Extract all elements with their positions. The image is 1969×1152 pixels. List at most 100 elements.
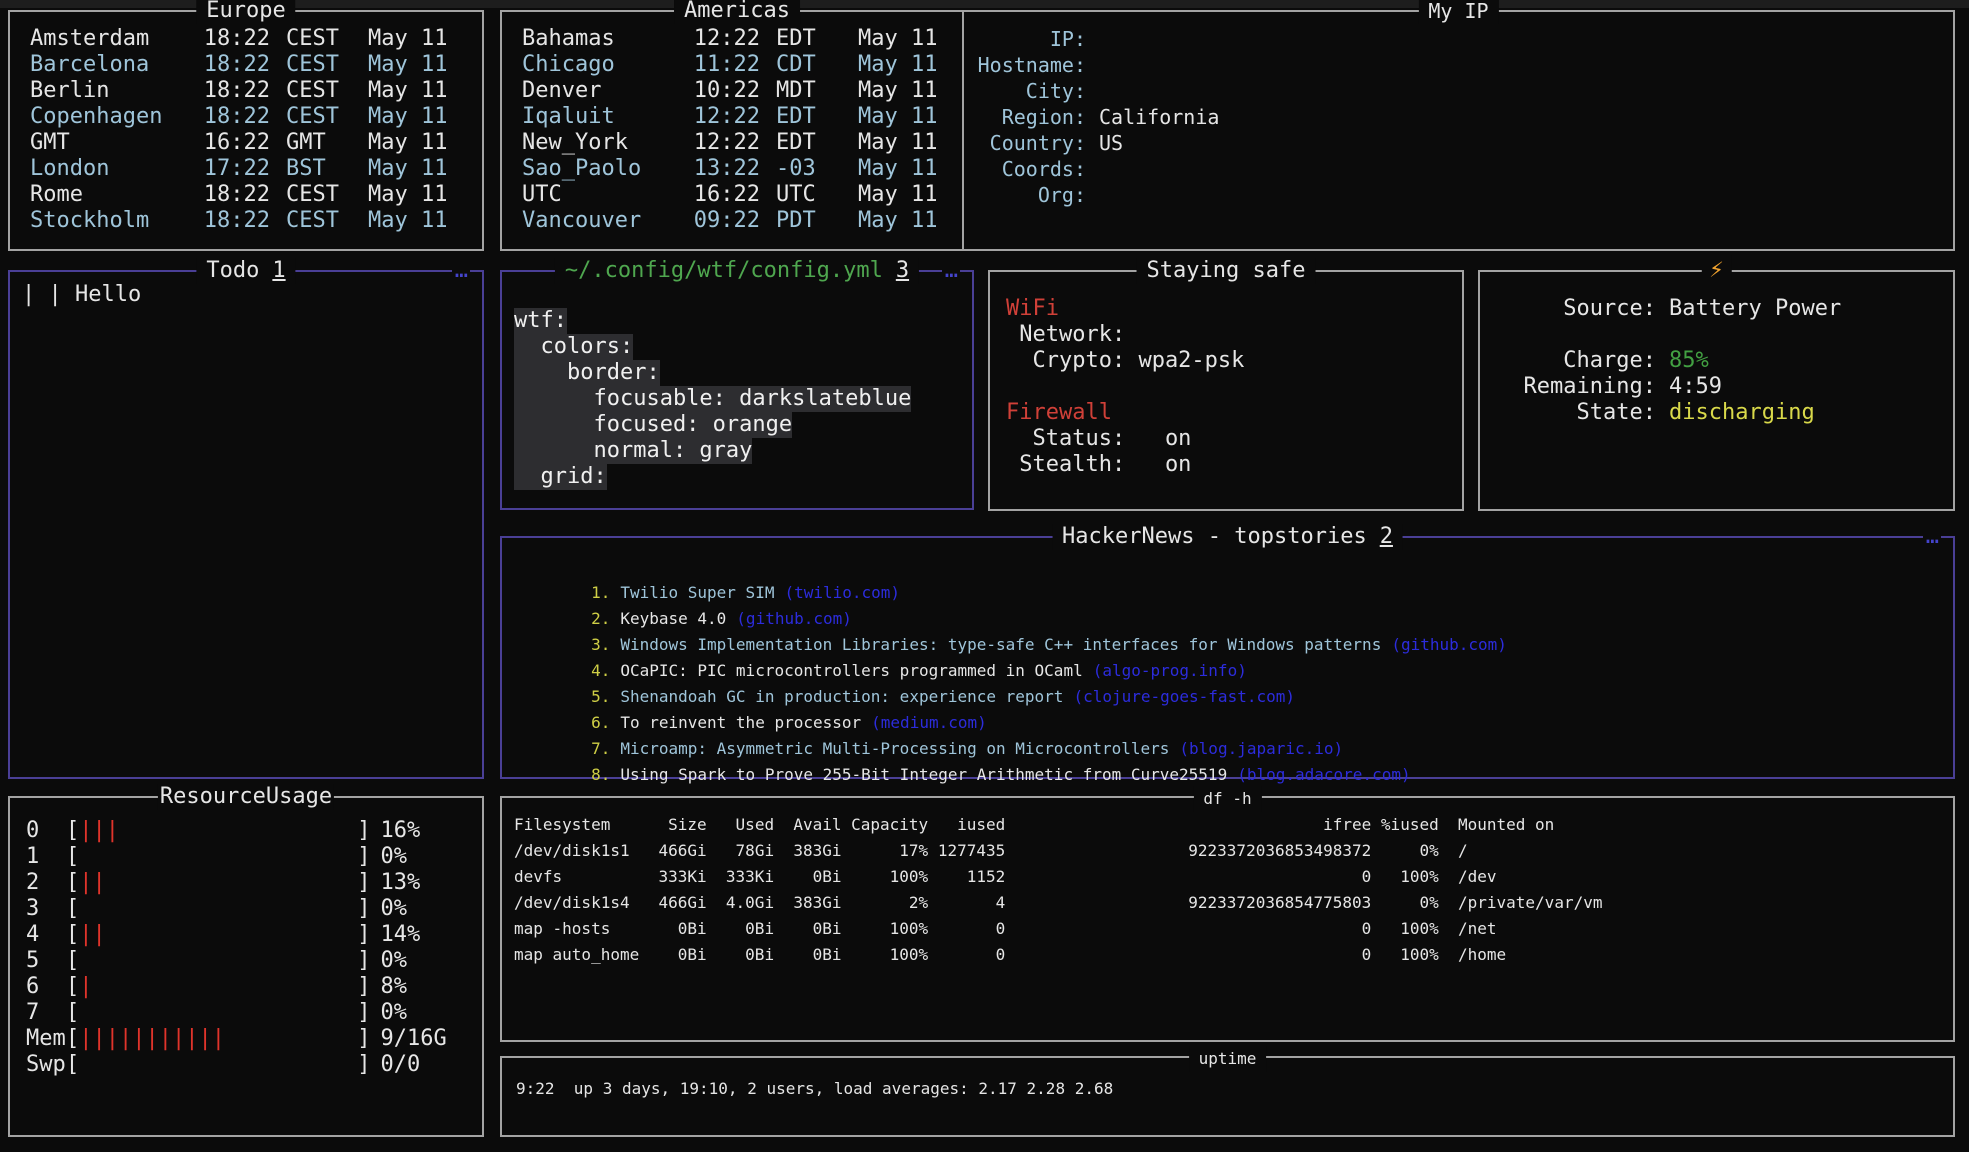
- config-code-text: colors:: [514, 334, 633, 360]
- col-header-capacity: Capacity: [842, 812, 929, 838]
- ip-field-value: [1086, 78, 1953, 104]
- firewall-section-header: Firewall: [1006, 400, 1462, 426]
- story-source-link[interactable]: (github.com): [1391, 635, 1507, 654]
- staying-safe-content: WiFi Network: Crypto: wpa2-psk Firewall …: [990, 272, 1462, 478]
- clock-time: 18:22: [194, 182, 270, 208]
- meter-label: Mem: [26, 1026, 66, 1052]
- panel-todo[interactable]: Todo1 … | | Hello: [8, 270, 484, 779]
- firewall-stealth-line: Stealth: on: [1006, 452, 1462, 478]
- story-source-link[interactable]: (github.com): [736, 609, 852, 628]
- meter-value: 0%: [381, 896, 408, 922]
- config-shortcut-key[interactable]: 3: [896, 258, 909, 283]
- meter-value: 0%: [381, 844, 408, 870]
- panel-uptime: uptime 9:22 up 3 days, 19:10, 2 users, l…: [500, 1056, 1955, 1137]
- resource-meter-row: Mem[|||||||||||]9/16G: [26, 1026, 482, 1052]
- clock-row: Amsterdam 18:22 CEST May 11: [30, 26, 466, 52]
- clock-date: May 11: [852, 26, 956, 52]
- panel-title-todo: Todo1: [196, 258, 295, 284]
- cell-used: 78Gi: [707, 838, 774, 864]
- story-source-link[interactable]: (blog.adacore.com): [1237, 765, 1410, 784]
- story-title[interactable]: Microamp: Asymmetric Multi-Processing on…: [620, 739, 1169, 758]
- meter-bar: |||: [79, 818, 357, 844]
- clock-row: Bahamas 12:22 EDT May 11: [522, 26, 956, 52]
- meter-value: 14%: [381, 922, 421, 948]
- col-header-avail: Avail: [774, 812, 841, 838]
- hackernews-story-list: 1.Twilio Super SIM(twilio.com) 2.Keybase…: [502, 538, 1953, 762]
- ip-field-label: Country:: [976, 130, 1086, 156]
- cell-filesystem: /dev/disk1s4: [514, 890, 649, 916]
- story-number: 4.: [591, 661, 610, 680]
- panel-my-ip: My IP IP: Hostname: City: Region: Califo…: [962, 10, 1955, 251]
- clock-date: May 11: [362, 104, 466, 130]
- config-code-text: normal: gray: [514, 438, 752, 464]
- ip-field-row: City:: [976, 78, 1953, 104]
- story-title[interactable]: To reinvent the processor: [620, 713, 861, 732]
- config-code-line: border:: [514, 360, 972, 386]
- cell-capacity: 100%: [842, 942, 929, 968]
- story-title[interactable]: Using Spark to Prove 255-Bit Integer Ari…: [620, 765, 1227, 784]
- clock-timezone: -03: [760, 156, 852, 182]
- story-title[interactable]: Windows Implementation Libraries: type-s…: [620, 635, 1381, 654]
- todo-shortcut-key[interactable]: 1: [272, 258, 285, 283]
- meter-label: 1: [26, 844, 66, 870]
- cell-used: 0Bi: [707, 916, 774, 942]
- meter-label: 3: [26, 896, 66, 922]
- story-source-link[interactable]: (clojure-goes-fast.com): [1073, 687, 1295, 706]
- meter-value: 13%: [381, 870, 421, 896]
- clock-time: 11:22: [684, 52, 760, 78]
- config-code-text: border:: [514, 360, 660, 386]
- clock-time: 12:22: [684, 26, 760, 52]
- story-source-link[interactable]: (algo-prog.info): [1093, 661, 1247, 680]
- panel-title-resource-usage: ResourceUsage: [158, 784, 334, 810]
- cell-avail: 0Bi: [774, 916, 841, 942]
- clock-city: UTC: [522, 182, 684, 208]
- disk-table-row: /dev/disk1s4 466Gi 4.0Gi 383Gi 2% 4 9223…: [514, 890, 1953, 916]
- cell-size: 0Bi: [649, 916, 707, 942]
- cell-capacity: 2%: [842, 890, 929, 916]
- ip-field-value: US: [1086, 130, 1953, 156]
- config-code-line: normal: gray: [514, 438, 972, 464]
- clock-timezone: PDT: [760, 208, 852, 234]
- cell-capacity: 17%: [842, 838, 929, 864]
- ip-field-row: Hostname:: [976, 52, 1953, 78]
- cell-mounted-on: /net: [1439, 916, 1953, 942]
- resource-meter-row: 5[]0%: [26, 948, 482, 974]
- panel-hackernews[interactable]: HackerNews - topstories2 … 1.Twilio Supe…: [500, 536, 1955, 779]
- story-source-link[interactable]: (medium.com): [871, 713, 987, 732]
- clock-list-americas: Bahamas 12:22 EDT May 11 Chicago 11:22 C…: [502, 12, 972, 234]
- cell-mounted-on: /private/var/vm: [1439, 890, 1953, 916]
- story-title[interactable]: Keybase 4.0: [620, 609, 726, 628]
- story-title[interactable]: Twilio Super SIM: [620, 583, 774, 602]
- hackernews-story[interactable]: 1.Twilio Super SIM(twilio.com): [514, 554, 1953, 580]
- resource-meter-row: 6[|]8%: [26, 974, 482, 1000]
- todo-item[interactable]: | | Hello: [22, 282, 482, 308]
- meter-close-bracket: ]: [357, 844, 370, 870]
- resource-meter-row: Swp[]0/0: [26, 1052, 482, 1078]
- meter-close-bracket: ]: [357, 948, 370, 974]
- story-title[interactable]: OCaPIC: PIC microcontrollers programmed …: [620, 661, 1082, 680]
- story-source-link[interactable]: (twilio.com): [784, 583, 900, 602]
- story-title[interactable]: Shenandoah GC in production: experience …: [620, 687, 1063, 706]
- clock-row: Barcelona 18:22 CEST May 11: [30, 52, 466, 78]
- panel-resource-usage: ResourceUsage 0[|||]16% 1[]0% 2[||]13% 3…: [8, 796, 484, 1137]
- cell-ifree: 9223372036854775803: [1005, 890, 1371, 916]
- cell-iused: 1152: [928, 864, 1005, 890]
- panel-config-file[interactable]: ~/.config/wtf/config.yml3 … wtf: colors:…: [500, 270, 974, 510]
- story-source-link[interactable]: (blog.japaric.io): [1179, 739, 1343, 758]
- clock-time: 16:22: [684, 182, 760, 208]
- wifi-section-header: WiFi: [1006, 296, 1462, 322]
- hackernews-shortcut-key[interactable]: 2: [1380, 524, 1393, 549]
- clock-date: May 11: [362, 78, 466, 104]
- config-code-line: colors:: [514, 334, 972, 360]
- meter-bar: [79, 896, 357, 922]
- clock-date: May 11: [362, 156, 466, 182]
- meter-value: 0%: [381, 1000, 408, 1026]
- clock-date: May 11: [852, 52, 956, 78]
- wifi-crypto-line: Crypto: wpa2-psk: [1006, 348, 1462, 374]
- clock-city: Amsterdam: [30, 26, 194, 52]
- clock-date: May 11: [852, 78, 956, 104]
- clock-date: May 11: [852, 208, 956, 234]
- disk-table-row: devfs 333Ki 333Ki 0Bi 100% 1152 0 100% /…: [514, 864, 1953, 890]
- panel-title-staying-safe: Staying safe: [1137, 258, 1316, 284]
- clock-city: Bahamas: [522, 26, 684, 52]
